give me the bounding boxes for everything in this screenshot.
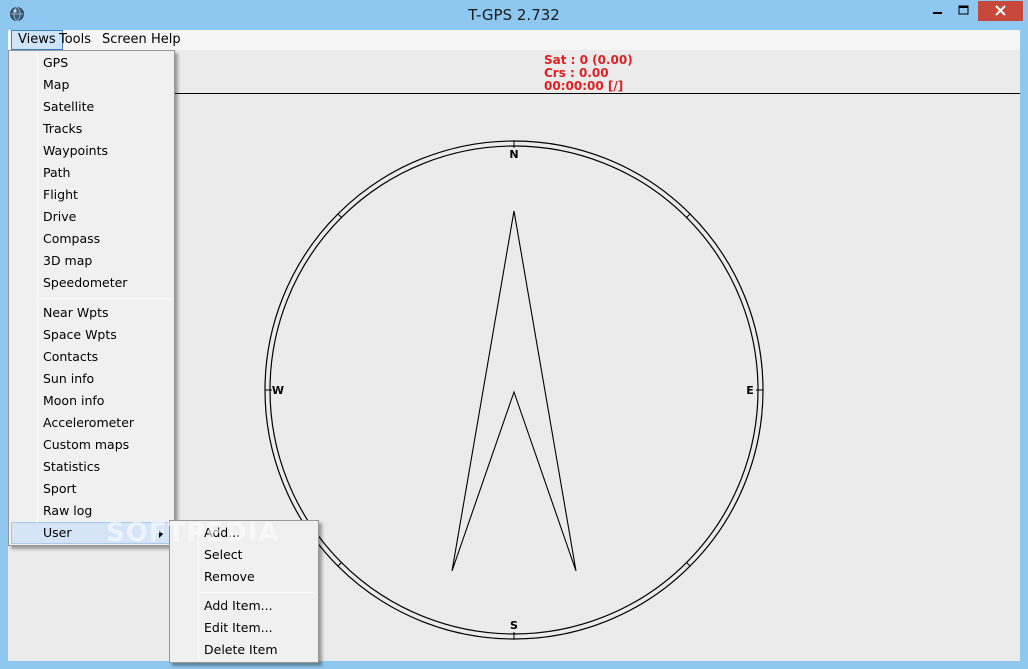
- menu-item-label: Waypoints: [43, 143, 109, 158]
- menu-item-label: Contacts: [43, 349, 99, 364]
- menu-item-label: Map: [43, 77, 70, 92]
- menu-item-label: Near Wpts: [43, 305, 109, 320]
- menu-item-label: Sport: [43, 481, 77, 496]
- menu-item-label: Custom maps: [43, 437, 130, 452]
- compass-west-label: W: [272, 384, 284, 397]
- menu-separator: [200, 592, 314, 593]
- views-item-compass[interactable]: Compass: [11, 228, 172, 250]
- menu-item-label: Moon info: [43, 393, 105, 408]
- menu-item-label: Raw log: [43, 503, 93, 518]
- compass-south-label: S: [510, 619, 518, 632]
- menu-help[interactable]: Help: [145, 30, 187, 50]
- menu-item-label: Flight: [43, 187, 78, 202]
- views-item-map[interactable]: Map: [11, 74, 172, 96]
- user-item-add-item[interactable]: Add Item...: [172, 595, 316, 617]
- menu-item-label: GPS: [43, 55, 69, 70]
- compass-view[interactable]: N S E W: [264, 140, 774, 640]
- views-item-sport[interactable]: Sport: [11, 478, 172, 500]
- views-item-sun-info[interactable]: Sun info: [11, 368, 172, 390]
- views-item-moon-info[interactable]: Moon info: [11, 390, 172, 412]
- compass-inner-ring: [269, 145, 759, 635]
- compass-ticks: [265, 141, 763, 639]
- user-item-delete-item[interactable]: Delete Item: [172, 639, 316, 661]
- compass-needle: [451, 210, 577, 572]
- window-title: T-GPS 2.732: [468, 6, 560, 24]
- menu-item-label: User: [43, 525, 72, 540]
- views-item-3d-map[interactable]: 3D map: [11, 250, 172, 272]
- maximize-button[interactable]: [950, 1, 977, 21]
- menu-item-label: Space Wpts: [43, 327, 117, 342]
- menu-item-label: Speedometer: [43, 275, 128, 290]
- views-item-accelerometer[interactable]: Accelerometer: [11, 412, 172, 434]
- menu-tools[interactable]: Tools: [53, 30, 97, 50]
- views-item-custom-maps[interactable]: Custom maps: [11, 434, 172, 456]
- views-item-contacts[interactable]: Contacts: [11, 346, 172, 368]
- menu-item-label: Remove: [204, 569, 255, 584]
- time-readout: 00:00:00 [/]: [544, 79, 624, 93]
- watermark: SOFTPEDIA: [106, 518, 280, 548]
- views-menu: GPS Map Satellite Tracks Waypoints Path Flight…: [8, 50, 175, 546]
- user-item-remove[interactable]: Remove: [172, 566, 316, 588]
- user-item-edit-item[interactable]: Edit Item...: [172, 617, 316, 639]
- close-button[interactable]: [978, 1, 1023, 21]
- menu-item-label: Satellite: [43, 99, 95, 114]
- menu-item-label: Accelerometer: [43, 415, 135, 430]
- menu-separator: [39, 298, 171, 299]
- menu-item-label: Drive: [43, 209, 77, 224]
- compass-north-label: N: [509, 148, 518, 161]
- menu-item-label: Tracks: [43, 121, 83, 136]
- compass-east-label: E: [746, 384, 754, 397]
- menu-item-label: Add Item...: [204, 598, 273, 613]
- menu-item-label: Path: [43, 165, 71, 180]
- views-item-statistics[interactable]: Statistics: [11, 456, 172, 478]
- menu-item-label: Compass: [43, 231, 101, 246]
- views-item-flight[interactable]: Flight: [11, 184, 172, 206]
- views-item-path[interactable]: Path: [11, 162, 172, 184]
- header-divider: [174, 93, 1020, 94]
- views-item-waypoints[interactable]: Waypoints: [11, 140, 172, 162]
- menu-item-label: Select: [204, 547, 243, 562]
- menu-bar: Views Tools Screen Help: [8, 30, 1020, 50]
- menu-item-label: Delete Item: [204, 642, 278, 657]
- views-item-space-wpts[interactable]: Space Wpts: [11, 324, 172, 346]
- views-item-speedometer[interactable]: Speedometer: [11, 272, 172, 294]
- course-readout: Crs : 0.00: [544, 66, 609, 80]
- views-item-tracks[interactable]: Tracks: [11, 118, 172, 140]
- views-item-gps[interactable]: GPS: [11, 52, 172, 74]
- views-item-near-wpts[interactable]: Near Wpts: [11, 302, 172, 324]
- views-item-drive[interactable]: Drive: [11, 206, 172, 228]
- menu-item-label: Statistics: [43, 459, 101, 474]
- minimize-button[interactable]: [924, 1, 950, 21]
- title-bar[interactable]: T-GPS 2.732: [0, 0, 1028, 30]
- satellite-readout: Sat : 0 (0.00): [544, 53, 633, 67]
- menu-item-label: Sun info: [43, 371, 95, 386]
- menu-item-label: 3D map: [43, 253, 93, 268]
- views-item-satellite[interactable]: Satellite: [11, 96, 172, 118]
- menu-item-label: Edit Item...: [204, 620, 273, 635]
